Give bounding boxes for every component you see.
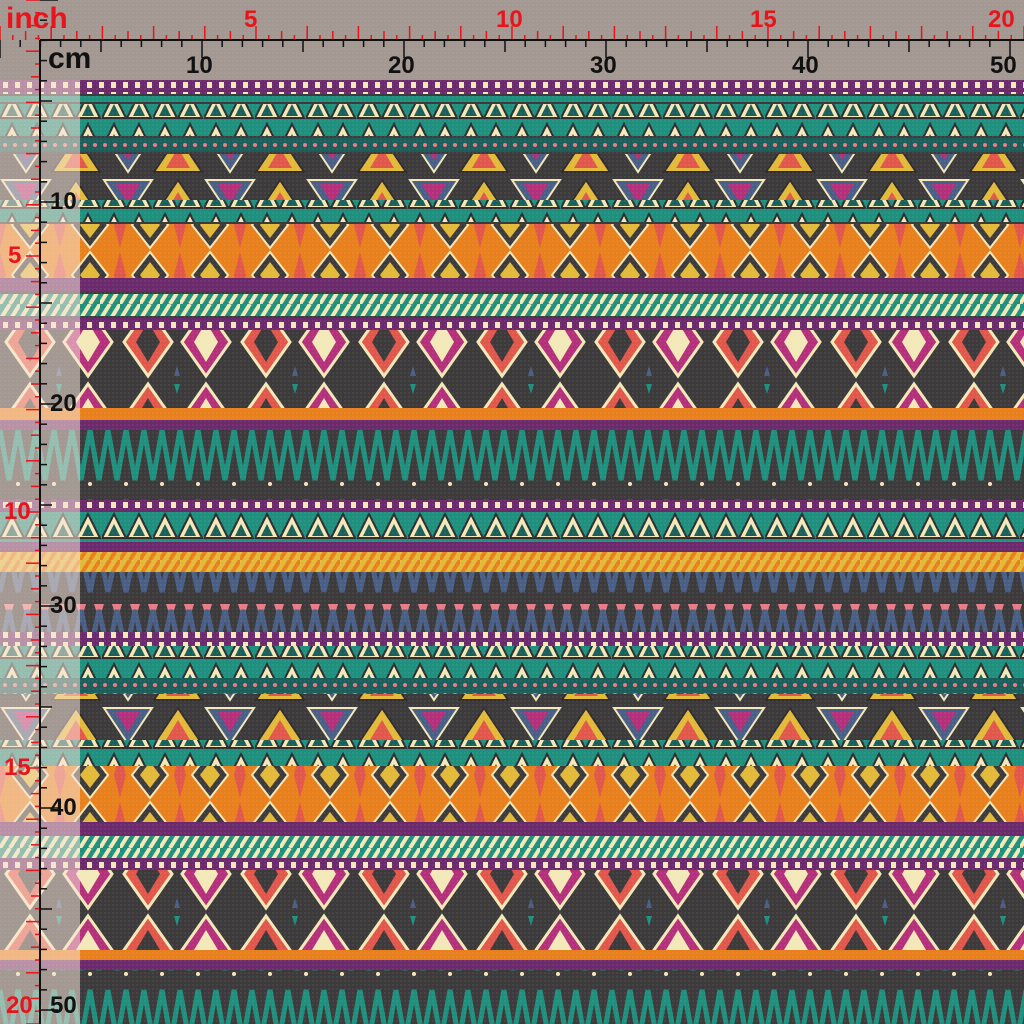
top-cm-label: 50 <box>990 52 1017 79</box>
top-inch-label: 20 <box>988 6 1015 33</box>
top-inch-label: 10 <box>496 6 523 33</box>
left-inch-label: 5 <box>8 242 22 269</box>
left-inch-label: 15 <box>4 754 31 781</box>
fabric-pattern <box>0 0 1024 1024</box>
left-cm-label: 30 <box>50 592 77 619</box>
left-cm-label: 50 <box>50 992 77 1019</box>
left-ruler-strip <box>0 80 80 1024</box>
top-cm-label: 20 <box>388 52 415 79</box>
top-inch-label: 5 <box>244 6 258 33</box>
inch-unit-label: inch <box>6 2 68 35</box>
left-inch-label: 10 <box>4 498 31 525</box>
top-cm-label: 40 <box>792 52 819 79</box>
left-cm-label: 20 <box>50 390 77 417</box>
top-cm-label: 10 <box>186 52 213 79</box>
left-cm-label: 10 <box>50 188 77 215</box>
top-cm-label: 30 <box>590 52 617 79</box>
left-cm-label: 40 <box>50 794 77 821</box>
cm-unit-label: cm <box>48 42 92 75</box>
left-inch-label: 20 <box>6 992 33 1019</box>
top-inch-label: 15 <box>750 6 777 33</box>
